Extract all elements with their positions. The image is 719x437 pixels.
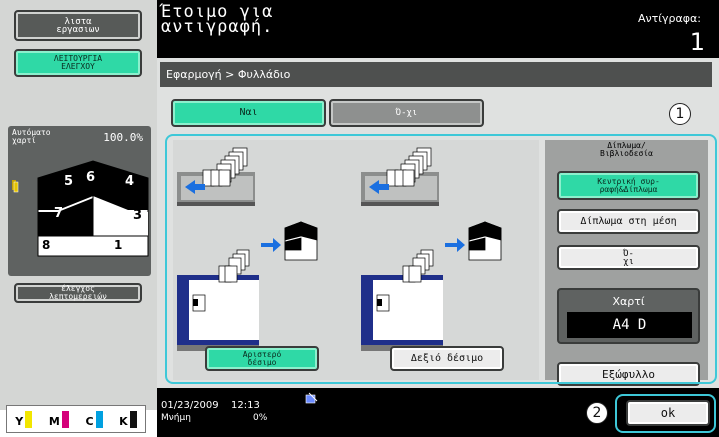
booklet-highlight-frame: [165, 134, 717, 384]
toner-c: C: [85, 410, 103, 428]
preview-page-4: 4: [125, 174, 135, 189]
booklet-preview-icon: [12, 160, 149, 257]
memory-label: Μνήμη: [161, 413, 191, 423]
breadcrumb: Εφαρμογή > Φυλλάδιο: [160, 62, 712, 87]
toner-y: Y: [15, 410, 33, 428]
copier-screen: λιστα εργασιων ΛΕΙΤΟΥΡΓΙΑ ΕΛΕΓΧΟΥ Αυτόμα…: [0, 0, 719, 437]
toner-k: K: [119, 410, 137, 428]
copies-label: Αντίγραφα:: [638, 12, 701, 25]
preview-page-5: 5: [64, 174, 74, 189]
callout-marker-1: 1: [669, 103, 691, 125]
job-list-button[interactable]: λιστα εργασιων: [14, 10, 142, 41]
time-display: 12:13: [231, 400, 260, 411]
memory-value: 0%: [253, 413, 268, 423]
booklet-no-button[interactable]: Ό-χι: [329, 99, 484, 127]
auto-paper-preview: Αυτόματο χαρτί 100.0% 5 6 4 7 2 3 8 1: [8, 126, 151, 276]
callout-marker-2: 2: [586, 402, 608, 424]
network-status-icon: [305, 392, 318, 404]
left-column: λιστα εργασιων ΛΕΙΤΟΥΡΓΙΑ ΕΛΕΓΧΟΥ Αυτόμα…: [0, 0, 157, 410]
status-header: Έτοιμο για αντιγραφή. Αντίγραφα: 1: [157, 0, 719, 58]
status-message: Έτοιμο για αντιγραφή.: [161, 2, 274, 37]
date-display: 01/23/2009: [161, 400, 219, 411]
preview-page-8: 8: [42, 238, 51, 252]
booklet-yes-button[interactable]: Ναι: [171, 99, 326, 127]
ok-button[interactable]: οk: [626, 400, 710, 426]
preview-page-3: 3: [133, 208, 143, 223]
preview-page-2: 2: [104, 206, 114, 221]
check-mode-button[interactable]: ΛΕΙΤΟΥΡΓΙΑ ΕΛΕΓΧΟΥ: [14, 49, 142, 77]
preview-page-7: 7: [54, 206, 64, 221]
toner-levels: Y M C K: [6, 405, 146, 433]
toner-m: M: [49, 410, 69, 428]
copies-count: 1: [689, 28, 705, 56]
preview-page-1: 1: [114, 238, 123, 252]
details-button[interactable]: έλεγχος λεπτομερειών: [14, 283, 142, 303]
preview-page-6: 6: [86, 170, 96, 185]
